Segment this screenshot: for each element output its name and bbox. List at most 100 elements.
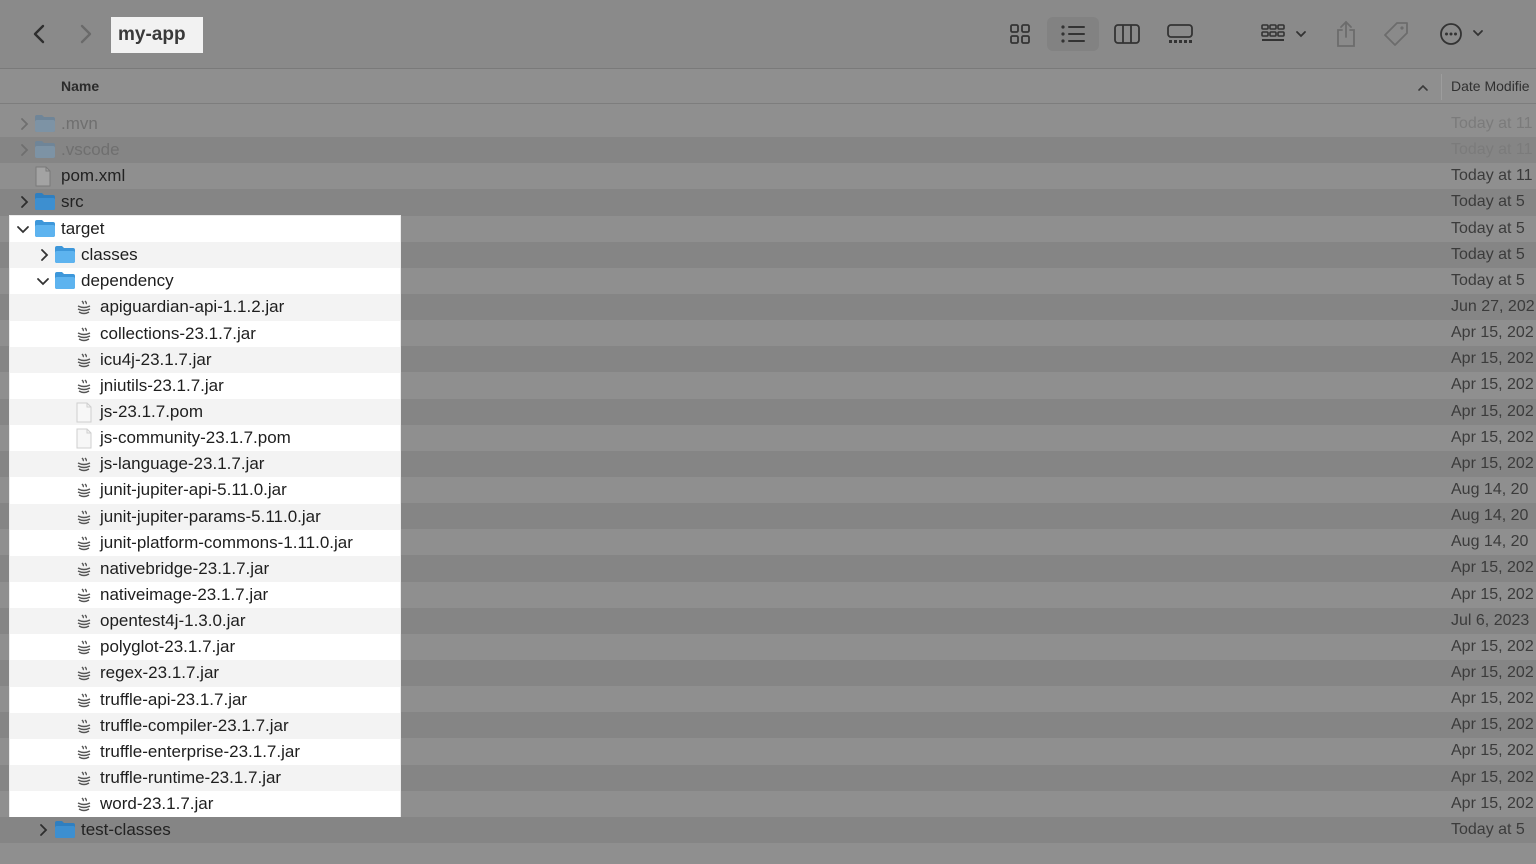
- file-name: truffle-enterprise-23.1.7.jar: [100, 741, 301, 761]
- folder-icon: [54, 820, 76, 844]
- table-row[interactable]: .mvn Today at 11: [0, 111, 1536, 137]
- column-view-icon[interactable]: [1107, 17, 1147, 51]
- java-jar-icon: [75, 509, 93, 532]
- table-row[interactable]: src Today at 5: [0, 189, 1536, 216]
- classes-folder-row[interactable]: classes: [10, 242, 400, 269]
- forward-icon[interactable]: [72, 20, 98, 48]
- document-icon: [75, 402, 93, 428]
- dependency-folder-row[interactable]: dependency: [10, 268, 400, 294]
- list-item[interactable]: truffle-runtime-23.1.7.jar: [10, 764, 400, 793]
- list-item[interactable]: truffle-compiler-23.1.7.jar: [10, 712, 400, 739]
- list-item[interactable]: word-23.1.7.jar: [10, 791, 400, 817]
- file-name: classes: [81, 245, 138, 265]
- share-icon[interactable]: [1332, 17, 1360, 51]
- table-row[interactable]: .vscode Today at 11: [0, 137, 1536, 164]
- list-item[interactable]: collections-23.1.7.jar: [10, 321, 400, 347]
- name-column-header[interactable]: Name: [61, 78, 99, 94]
- list-item[interactable]: js-23.1.7.pom: [10, 398, 400, 428]
- date-modified: Today at 5: [1451, 193, 1525, 211]
- date-modified: Apr 15, 202: [1451, 454, 1534, 472]
- file-name: regex-23.1.7.jar: [100, 663, 220, 683]
- grid-view-icon[interactable]: [1000, 17, 1040, 51]
- file-name: polyglot-23.1.7.jar: [100, 637, 236, 657]
- chevron-down-icon[interactable]: [36, 275, 49, 289]
- chevron-down-icon[interactable]: [16, 223, 29, 237]
- list-item[interactable]: icu4j-23.1.7.jar: [10, 346, 400, 373]
- list-item[interactable]: junit-jupiter-api-5.11.0.jar: [10, 477, 400, 503]
- date-modified: Apr 15, 202: [1451, 716, 1534, 734]
- highlighted-target-tree: target classes dependency apiguardian-api-1…: [10, 216, 400, 817]
- document-icon: [75, 428, 93, 454]
- file-name: .vscode: [61, 140, 120, 160]
- list-item[interactable]: junit-jupiter-params-5.11.0.jar: [10, 503, 400, 532]
- file-name: opentest4j-1.3.0.jar: [100, 611, 246, 631]
- java-jar-icon: [75, 326, 93, 349]
- list-item[interactable]: js-language-23.1.7.jar: [10, 451, 400, 479]
- java-jar-icon: [75, 456, 93, 479]
- list-item[interactable]: truffle-enterprise-23.1.7.jar: [10, 739, 400, 765]
- list-view-icon[interactable]: [1047, 17, 1099, 51]
- java-jar-icon: [75, 378, 93, 401]
- date-modified: Today at 11: [1451, 115, 1533, 132]
- tag-icon[interactable]: [1380, 17, 1412, 51]
- date-modified: Aug 14, 20: [1451, 480, 1529, 498]
- group-icon[interactable]: [1258, 17, 1310, 51]
- chevron-right-icon[interactable]: [38, 248, 50, 262]
- file-name: word-23.1.7.jar: [100, 794, 214, 814]
- file-name: js-23.1.7.pom: [100, 401, 203, 421]
- list-item[interactable]: js-community-23.1.7.pom: [10, 425, 400, 451]
- file-name: test-classes: [81, 820, 171, 839]
- java-jar-icon: [75, 770, 93, 793]
- date-modified: Apr 15, 202: [1451, 637, 1534, 655]
- more-icon[interactable]: [1436, 17, 1486, 51]
- chevron-right-icon[interactable]: [18, 195, 30, 209]
- java-jar-icon: [75, 482, 93, 505]
- file-name: truffle-runtime-23.1.7.jar: [100, 767, 282, 787]
- gallery-view-icon[interactable]: [1160, 17, 1200, 51]
- date-modified: Apr 15, 202: [1451, 376, 1534, 394]
- list-item[interactable]: truffle-api-23.1.7.jar: [10, 687, 400, 713]
- java-jar-icon: [75, 692, 93, 715]
- date-column-header[interactable]: Date Modifie: [1451, 78, 1530, 94]
- back-icon[interactable]: [27, 20, 53, 48]
- list-item[interactable]: opentest4j-1.3.0.jar: [10, 608, 400, 636]
- target-folder-row[interactable]: target: [10, 216, 400, 242]
- chevron-right-icon[interactable]: [18, 117, 30, 131]
- list-item[interactable]: jniutils-23.1.7.jar: [10, 373, 400, 399]
- date-modified: Apr 15, 202: [1451, 663, 1534, 681]
- chevron-right-icon[interactable]: [18, 143, 30, 157]
- date-modified: Apr 15, 202: [1451, 559, 1534, 577]
- date-modified: Apr 15, 202: [1451, 794, 1534, 812]
- file-name: js-language-23.1.7.jar: [100, 454, 265, 474]
- file-name: icu4j-23.1.7.jar: [100, 349, 212, 369]
- path-title[interactable]: my-app: [111, 17, 203, 53]
- file-name: truffle-api-23.1.7.jar: [100, 689, 248, 709]
- date-modified: Jun 27, 202: [1451, 297, 1535, 315]
- file-name: dependency: [81, 271, 174, 291]
- list-item[interactable]: polyglot-23.1.7.jar: [10, 634, 400, 660]
- file-name: jniutils-23.1.7.jar: [100, 375, 224, 395]
- table-row[interactable]: pom.xml Today at 11: [0, 163, 1536, 189]
- java-jar-icon: [75, 561, 93, 584]
- list-item[interactable]: test-classes Today at 5: [0, 817, 1536, 843]
- file-name: js-community-23.1.7.pom: [100, 428, 291, 448]
- sort-ascending-icon[interactable]: [1417, 80, 1429, 98]
- chevron-right-icon[interactable]: [37, 823, 49, 842]
- file-name: junit-jupiter-params-5.11.0.jar: [100, 506, 321, 526]
- file-name: target: [61, 219, 105, 238]
- file-name: pom.xml: [61, 166, 126, 186]
- list-item[interactable]: junit-platform-commons-1.11.0.jar: [10, 530, 400, 556]
- list-item[interactable]: nativeimage-23.1.7.jar: [10, 582, 400, 608]
- file-name: truffle-compiler-23.1.7.jar: [100, 715, 289, 735]
- date-modified: Apr 15, 202: [1451, 428, 1534, 446]
- list-item[interactable]: apiguardian-api-1.1.2.jar: [10, 294, 400, 321]
- java-jar-icon: [75, 796, 93, 819]
- list-item[interactable]: nativebridge-23.1.7.jar: [10, 555, 400, 584]
- folder-icon: [54, 245, 76, 269]
- java-jar-icon: [75, 535, 93, 558]
- list-item[interactable]: regex-23.1.7.jar: [10, 660, 400, 688]
- file-name: junit-jupiter-api-5.11.0.jar: [100, 480, 287, 500]
- column-separator[interactable]: [1441, 74, 1442, 100]
- java-jar-icon: [75, 665, 93, 688]
- java-jar-icon: [75, 613, 93, 636]
